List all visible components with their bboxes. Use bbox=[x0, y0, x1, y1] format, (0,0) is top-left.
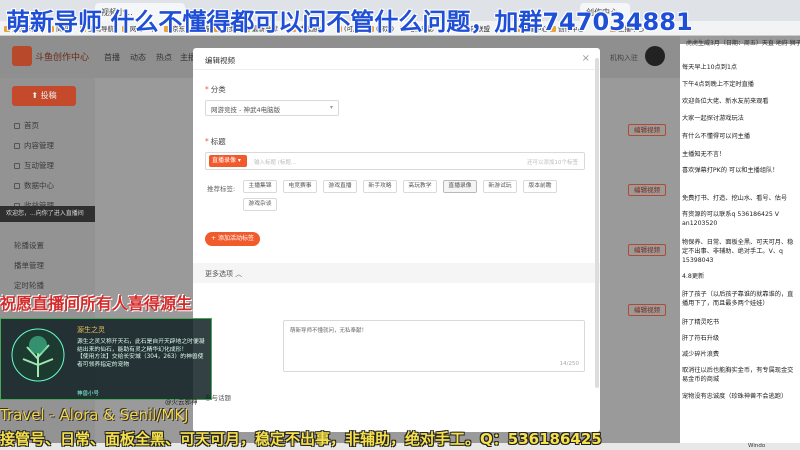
category-label: * 分类 bbox=[205, 85, 226, 94]
recommend-tag[interactable]: 版本前瞻 bbox=[523, 180, 557, 193]
title-label: * 标题 bbox=[205, 137, 226, 146]
chat-line: 有什么不懂得可以问主播 bbox=[682, 133, 751, 140]
chat-line: 主播知无不言！ bbox=[682, 151, 726, 158]
description-textarea[interactable]: 萌新导师不懂就问，无私奉献！ 14/250 bbox=[283, 320, 585, 372]
chevron-down-icon: ▾ bbox=[329, 104, 333, 111]
screen: 视频小... 创作中心 蓝色卡片 简单 上网导航 网易一下 京东 天猫 同步(4… bbox=[0, 0, 800, 450]
dialog-header: 编辑视频 × bbox=[193, 48, 600, 70]
add-activity-tag-button[interactable]: + 添加活动标签 bbox=[205, 232, 260, 246]
sidebar-item-home[interactable]: 首页 bbox=[14, 120, 39, 131]
close-icon[interactable]: × bbox=[582, 53, 590, 64]
sidebar-item-content[interactable]: 内容管理 bbox=[14, 140, 54, 151]
sidebar-item-carousel[interactable]: 轮播设置 bbox=[14, 240, 44, 251]
avatar[interactable] bbox=[645, 46, 665, 66]
chat-line: 喜欢弹幕打PK的 可以和主播组队！ bbox=[682, 167, 779, 174]
description-text: 萌新导师不懂就问，无私奉献！ bbox=[290, 328, 368, 334]
sidebar-item-playlist[interactable]: 播单管理 bbox=[14, 260, 44, 271]
username-tag: @火云邪神 bbox=[165, 398, 198, 406]
recommend-tag[interactable]: 游戏直播 bbox=[323, 180, 357, 193]
recommend-tag[interactable]: 游戏杂谈 bbox=[243, 198, 277, 211]
edit-video-dialog: 编辑视频 × * 分类 网游竞技 - 神武4电脑版 ▾ * 标题 直播录像 ▾ 输入… bbox=[193, 48, 600, 432]
chat-line: 每天早上10点到1点 bbox=[682, 64, 738, 71]
taskbar-label: Windo bbox=[748, 443, 766, 449]
chat-line: 免费打书、打造、挖山水、看号、估号 bbox=[682, 195, 788, 202]
recommend-tag[interactable]: 电竞赛事 bbox=[283, 180, 317, 193]
chevron-up-icon: ︿ bbox=[235, 270, 243, 278]
nav-item[interactable]: 动态 bbox=[130, 52, 146, 63]
item-card: 源生之灵 源生之灵又称开天石，此石是自开天辟地之时便凝结出来的仙石，能助有灵之精… bbox=[0, 318, 212, 400]
chat-icon bbox=[14, 163, 20, 169]
chat-line: 有资源的可以联系q 536186425 V an1203520 bbox=[682, 211, 780, 227]
chat-line: 大家一起探讨游戏玩法 bbox=[682, 115, 744, 122]
chat-line: 取消往以后也能胸实金币，有专属现金交易金币的商城 bbox=[682, 367, 794, 383]
site-logo: 斗鱼创作中心 bbox=[12, 46, 89, 66]
dialog-scrollbar[interactable] bbox=[595, 58, 599, 388]
title-tag[interactable]: 直播录像 ▾ bbox=[209, 155, 247, 167]
description-counter: 14/250 bbox=[559, 361, 579, 367]
title-counter: 还可以添加10个标签 bbox=[527, 160, 578, 166]
blessing-banner: 祝愿直播间所有人喜得源生 bbox=[0, 294, 193, 313]
chat-line: 肝了符石升级 bbox=[682, 335, 720, 342]
chat-line: 下午4点到晚上不定时直播 bbox=[682, 81, 754, 88]
title-input[interactable]: 直播录像 ▾ 输入标题 (标题... 还可以添加10个标签 bbox=[205, 152, 585, 170]
item-name: 源生之灵 bbox=[77, 326, 105, 334]
chat-line: 4.8更新 bbox=[682, 273, 705, 280]
recommend-tag[interactable]: 主播集锦 bbox=[243, 180, 277, 193]
nav-item[interactable]: 首播 bbox=[104, 52, 120, 63]
chat-line: 物保养、日常、面板全黑、可天可月、稳定不出事、非辅助、绝对手工。V、q 1539… bbox=[682, 239, 794, 264]
recommend-tags-label: 推荐标签: bbox=[207, 185, 236, 193]
nav-item[interactable]: 热点 bbox=[156, 52, 172, 63]
edit-video-button[interactable]: 编辑视频 bbox=[628, 304, 666, 316]
chat-line: 宠物没有忠诚度（珍珠神兽不会逃跑） bbox=[682, 393, 788, 400]
edit-video-button[interactable]: 编辑视频 bbox=[628, 184, 666, 196]
dialog-title: 编辑视频 bbox=[205, 56, 235, 65]
title-placeholder: 输入标题 (标题... bbox=[254, 160, 297, 166]
edit-video-button[interactable]: 编辑视频 bbox=[628, 244, 666, 256]
top-banner: 萌新导师 什么不懂得都可以问不管什么问题，加群747034881 bbox=[6, 8, 693, 36]
edit-video-button[interactable]: 编辑视频 bbox=[628, 124, 666, 136]
more-options-toggle[interactable]: 更多选项 ︿ bbox=[193, 263, 600, 283]
recommend-tag[interactable]: 直播录像 bbox=[443, 180, 477, 193]
content-icon bbox=[14, 143, 20, 149]
chat-line: 肝了孩子（以后孩子靠谁的就靠谁的，直播用下了，而且最多两个娃娃） bbox=[682, 291, 794, 307]
category-select[interactable]: 网游竞技 - 神武4电脑版 ▾ bbox=[205, 100, 339, 116]
svg-text:斗鱼创作中心: 斗鱼创作中心 bbox=[35, 51, 89, 63]
chat-title: 虎虎生威3月（日期：周五）天直 地府 狮子 bbox=[686, 40, 800, 47]
sidebar-item-data[interactable]: 数据中心 bbox=[14, 180, 54, 191]
chat-line: 减少碎片浪费 bbox=[682, 351, 720, 358]
home-icon bbox=[14, 123, 20, 129]
more-options-label: 更多选项 ︿ bbox=[205, 270, 243, 278]
bottom-banner: 接管号、日常、面板全黑、可天可月，稳定不出事，非辅助，绝对手工。Q：536186… bbox=[0, 430, 602, 448]
institution-join-link[interactable]: 机构入驻 bbox=[610, 53, 638, 63]
chart-icon bbox=[14, 183, 20, 189]
tree-spirit-icon bbox=[11, 328, 65, 382]
chat-line: 肝了精灵吃书 bbox=[682, 319, 720, 326]
sidebar-item-interaction[interactable]: 互动管理 bbox=[14, 160, 54, 171]
item-description: 源生之灵又称开天石，此石是自开天辟地之时便凝结出来的仙石，能助有灵之精华幻化成形… bbox=[77, 339, 205, 368]
chat-line: 欢迎各位大佬、新水友前来观看 bbox=[682, 98, 769, 105]
now-playing: Travel - Alora & Senil/MKJ bbox=[0, 406, 189, 424]
welcome-tooltip: 欢迎您，...向你了进入直播间 bbox=[0, 206, 95, 222]
recommend-tag[interactable]: 新游试玩 bbox=[483, 180, 517, 193]
recommend-tag[interactable]: 高玩教学 bbox=[403, 180, 437, 193]
recommend-tag[interactable]: 新手攻略 bbox=[363, 180, 397, 193]
item-subtitle: 神兽小号 bbox=[77, 391, 100, 397]
upload-button[interactable]: ⬆ 投稿 bbox=[12, 86, 76, 106]
